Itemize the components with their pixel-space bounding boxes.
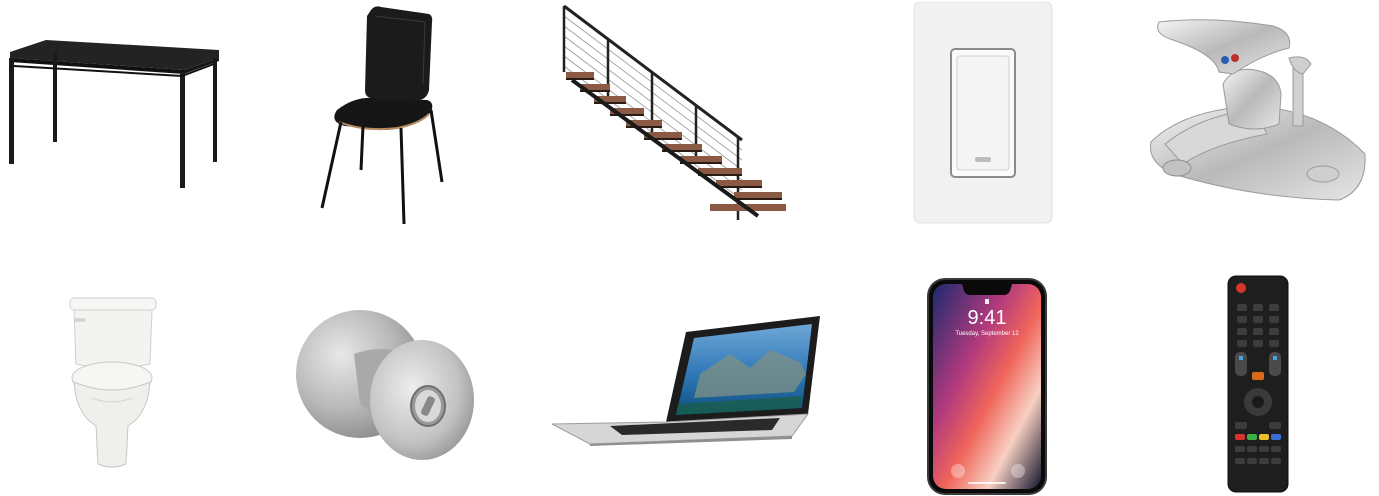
phone-date: Tuesday, September 12 bbox=[955, 331, 1019, 337]
tv-remote-image bbox=[1226, 274, 1290, 494]
staircase-image bbox=[558, 4, 790, 224]
light-switch-image bbox=[913, 2, 1053, 224]
faucet-image bbox=[1143, 14, 1373, 204]
laptop-image bbox=[550, 314, 824, 446]
chair-image bbox=[315, 4, 447, 226]
smartphone-image: 9:41 Tuesday, September 12 bbox=[926, 277, 1048, 496]
door-knob-image bbox=[294, 304, 478, 464]
table-image bbox=[2, 38, 224, 193]
toilet-image bbox=[62, 294, 162, 472]
phone-time: 9:41 bbox=[967, 307, 1007, 329]
